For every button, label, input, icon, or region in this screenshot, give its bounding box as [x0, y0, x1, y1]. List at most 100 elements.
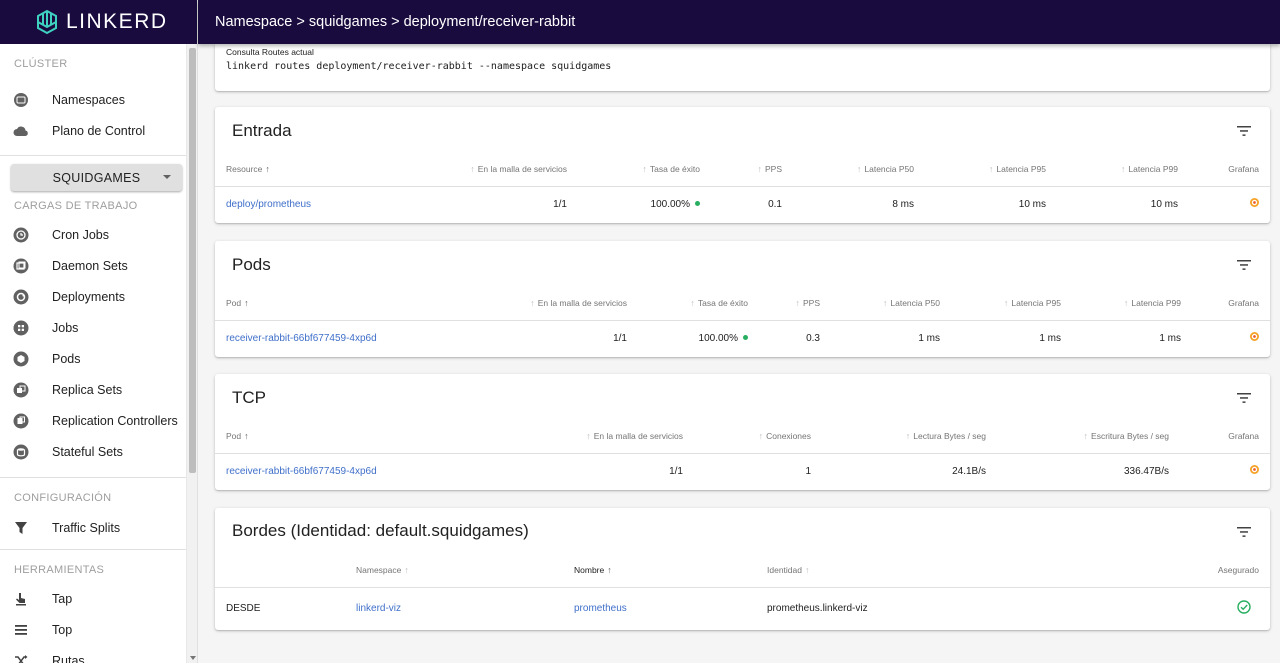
success-rate-cell: 100.00%: [578, 186, 711, 222]
sidebar-item-pods[interactable]: Pods: [0, 343, 197, 374]
direction-cell: DESDE: [226, 603, 261, 615]
sidebar-item-label: Jobs: [52, 320, 79, 335]
sidebar-item-replica-sets[interactable]: Replica Sets: [0, 374, 197, 405]
filter-list-icon[interactable]: [1237, 259, 1251, 271]
name-link[interactable]: prometheus: [574, 603, 627, 614]
column-header-namespace[interactable]: Namespace ↑: [345, 553, 563, 588]
sidebar-item-label: Tap: [52, 591, 73, 606]
pod-link[interactable]: receiver-rabbit-66bf677459-4xp6d: [226, 466, 377, 477]
column-header-resource[interactable]: Resource ↑: [215, 152, 445, 187]
p50-cell: 1 ms: [918, 332, 940, 344]
sidebar-item-label: Daemon Sets: [52, 258, 128, 273]
column-header-name[interactable]: Nombre ↑: [563, 553, 756, 588]
sidebar-scrollbar[interactable]: [186, 44, 197, 663]
column-header-identity[interactable]: Identidad ↑: [756, 553, 1156, 588]
table-row: deploy/prometheus 1/1 100.00% 0.1 8 ms 1…: [215, 186, 1270, 222]
sidebar-item-jobs[interactable]: Jobs: [0, 312, 197, 343]
sidebar-item-label: Top: [52, 622, 73, 637]
linkerd-logo-icon: [37, 9, 57, 35]
resource-link[interactable]: deploy/prometheus: [226, 199, 311, 210]
sort-arrow-icon: ↑: [244, 297, 249, 308]
sidebar-item-tap[interactable]: Tap: [0, 583, 197, 614]
brand-bar[interactable]: LINKERD: [0, 0, 197, 44]
grafana-icon[interactable]: [1250, 332, 1259, 342]
sort-arrow-icon: ↑: [1083, 430, 1089, 441]
inbound-table: Resource ↑ ↑ En la malla de servicios ↑ Tas…: [215, 152, 1270, 222]
filter-list-icon[interactable]: [1237, 526, 1251, 538]
column-header-success-rate[interactable]: ↑ Tasa de éxito: [638, 286, 759, 321]
sort-arrow-icon: ↑: [988, 163, 994, 174]
sidebar-item-daemon-sets[interactable]: Daemon Sets: [0, 250, 197, 281]
sidebar-item-label: Plano de Control: [52, 123, 146, 138]
column-header-p50[interactable]: ↑ Latencia P50: [793, 152, 925, 187]
top-bar: Namespace > squidgames > deployment/rece…: [198, 0, 1280, 44]
sort-arrow-icon: ↑: [905, 430, 911, 441]
column-header-p95[interactable]: ↑ Latencia P95: [925, 152, 1057, 187]
column-header-secured: Asegurado: [1156, 553, 1270, 588]
sort-arrow-icon: ↑: [757, 163, 762, 174]
column-header-pod[interactable]: Pod ↑: [215, 286, 495, 321]
sort-arrow-icon: ↑: [530, 297, 535, 308]
filter-icon: [13, 520, 29, 536]
sidebar-item-label: Pods: [52, 351, 81, 366]
pod-link[interactable]: receiver-rabbit-66bf677459-4xp6d: [226, 333, 377, 344]
top-icon: [13, 622, 29, 638]
table-header-row: Namespace ↑ Nombre ↑ Identidad ↑ Asegurado: [215, 553, 1270, 588]
scroll-down-arrow-icon[interactable]: [190, 656, 196, 660]
section-label-cluster: CLÚSTER: [14, 58, 68, 70]
scrollbar-thumb[interactable]: [189, 48, 196, 473]
p95-cell: 10 ms: [1018, 198, 1046, 210]
sidebar-item-label: Cron Jobs: [52, 227, 109, 242]
sidebar-item-deployments[interactable]: Deployments: [0, 281, 197, 312]
grafana-icon[interactable]: [1250, 465, 1259, 475]
namespaces-icon: [13, 92, 29, 108]
column-header-connections[interactable]: ↑ Conexiones: [694, 419, 822, 454]
column-header-p95[interactable]: ↑ Latencia P95: [951, 286, 1072, 321]
sort-arrow-icon: ↑: [690, 297, 695, 308]
column-header-p99[interactable]: ↑ Latencia P99: [1072, 286, 1192, 321]
job-icon: [13, 320, 29, 336]
sort-arrow-icon: ↑: [244, 430, 249, 441]
meshed-cell: 1/1: [553, 198, 567, 210]
identity-cell: prometheus.linkerd-viz: [767, 603, 868, 615]
card-title: Entrada: [232, 121, 292, 140]
card-title: Pods: [232, 255, 271, 274]
column-header-read-bytes[interactable]: ↑ Lectura Bytes / seg: [822, 419, 997, 454]
sidebar-item-label: Traffic Splits: [52, 520, 121, 535]
sidebar-item-routes[interactable]: Rutas: [0, 645, 197, 663]
column-header-meshed[interactable]: ↑ En la malla de servicios: [495, 419, 694, 454]
filter-list-icon[interactable]: [1237, 125, 1251, 137]
sort-arrow-icon: ↑: [607, 564, 612, 575]
edges-card: Bordes (Identidad: default.squidgames) N…: [215, 508, 1270, 630]
sort-arrow-icon: ↑: [795, 297, 800, 308]
meshed-cell: 1/1: [669, 465, 683, 477]
sort-arrow-icon: ↑: [1123, 297, 1129, 308]
column-header-meshed[interactable]: ↑ En la malla de servicios: [445, 152, 578, 187]
table-row: receiver-rabbit-66bf677459-4xp6d 1/1 1 2…: [215, 453, 1270, 489]
grafana-icon[interactable]: [1250, 198, 1259, 208]
namespace-select[interactable]: SQUIDGAMES: [11, 164, 182, 191]
p99-cell: 10 ms: [1150, 198, 1178, 210]
column-header-p50[interactable]: ↑ Latencia P50: [831, 286, 951, 321]
caret-down-icon: [163, 175, 171, 179]
sidebar-item-top[interactable]: Top: [0, 614, 197, 645]
column-header-meshed[interactable]: ↑ En la malla de servicios: [495, 286, 638, 321]
inbound-card: Entrada Resource ↑ ↑ En la malla de servic…: [215, 107, 1270, 223]
sidebar-item-stateful-sets[interactable]: Stateful Sets: [0, 436, 197, 467]
column-header-rps[interactable]: ↑ PPS: [711, 152, 793, 187]
column-header-pod[interactable]: Pod ↑: [215, 419, 495, 454]
sidebar-item-cron-jobs[interactable]: Cron Jobs: [0, 219, 197, 250]
column-header-success-rate[interactable]: ↑ Tasa de éxito: [578, 152, 711, 187]
edges-table: Namespace ↑ Nombre ↑ Identidad ↑ Asegurado …: [215, 553, 1270, 630]
sidebar-item-namespaces[interactable]: Namespaces: [0, 84, 197, 115]
filter-list-icon[interactable]: [1237, 392, 1251, 404]
tap-icon: [13, 591, 29, 607]
sidebar-item-control-plane[interactable]: Plano de Control: [0, 115, 197, 146]
column-header-grafana: Grafana: [1192, 286, 1270, 321]
sidebar-item-traffic-splits[interactable]: Traffic Splits: [0, 512, 197, 543]
column-header-rps[interactable]: ↑ PPS: [759, 286, 831, 321]
column-header-p99[interactable]: ↑ Latencia P99: [1057, 152, 1189, 187]
namespace-link[interactable]: linkerd-viz: [356, 603, 401, 614]
column-header-write-bytes[interactable]: ↑ Escritura Bytes / seg: [997, 419, 1180, 454]
sidebar-item-replication-controllers[interactable]: Replication Controllers: [0, 405, 197, 436]
